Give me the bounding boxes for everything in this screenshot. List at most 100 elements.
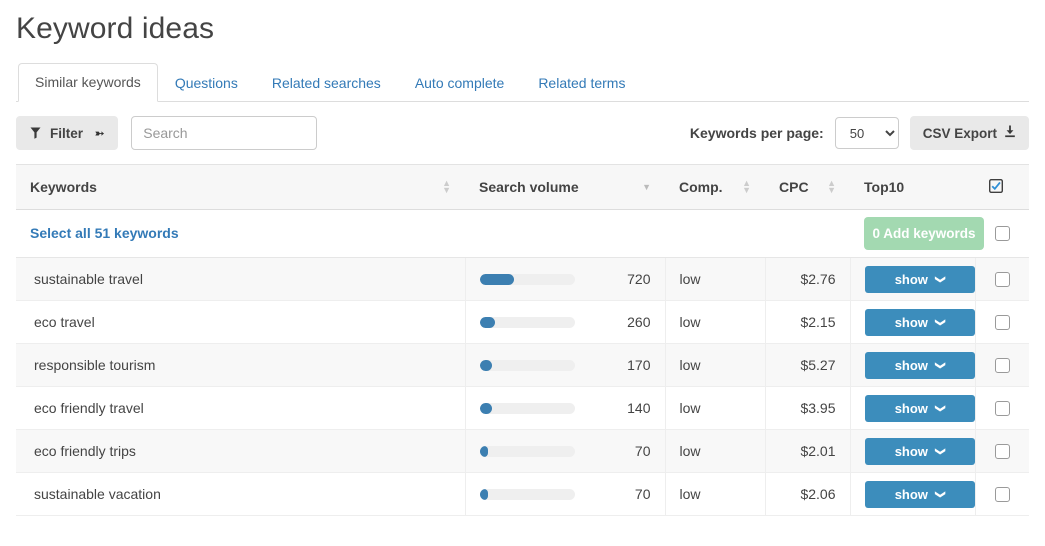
row-checkbox[interactable]: [994, 358, 1010, 374]
search-volume-cell: 70: [464, 472, 665, 516]
csv-export-button[interactable]: CSV Export: [909, 116, 1029, 150]
top10-cell: show ❯: [849, 257, 975, 301]
add-keywords-cell: 0 Add keywords: [850, 209, 984, 258]
row-checkbox[interactable]: [994, 401, 1010, 417]
sort-icon-search-volume: ▼: [642, 181, 651, 192]
chevron-down-icon: ❯: [934, 317, 946, 327]
search-input[interactable]: [131, 116, 318, 150]
column-header-comp[interactable]: Comp. ▲ ▼: [665, 164, 765, 210]
row-checkbox-cell: [974, 343, 1029, 387]
table-row: sustainable vacation 70 low $2.06 show ❯: [16, 472, 1029, 516]
chevron-down-icon: ❯: [934, 489, 946, 499]
show-top10-button[interactable]: show ❯: [864, 480, 975, 508]
keywords-table-container: Keywords ▲ ▼ Search volume ▼ Comp. ▲ ▼ C…: [16, 164, 1029, 516]
row-checkbox[interactable]: [994, 444, 1010, 460]
search-volume-value: 720: [627, 271, 651, 287]
competition-cell: low: [664, 386, 765, 430]
volume-bar-fill: [479, 359, 492, 371]
cpc-cell: $2.76: [764, 257, 850, 301]
search-volume-cell: 170: [464, 343, 665, 387]
cpc-cell: $2.06: [764, 472, 850, 516]
volume-bar-fill: [479, 488, 489, 500]
show-top10-button[interactable]: show ❯: [864, 265, 975, 293]
column-label-keywords: Keywords: [30, 179, 97, 195]
top10-cell: show ❯: [849, 300, 975, 344]
search-volume-value: 260: [627, 314, 651, 330]
top10-cell: show ❯: [849, 343, 975, 387]
table-row: responsible tourism 170 low $5.27 show ❯: [16, 343, 1029, 387]
column-header-keywords[interactable]: Keywords ▲ ▼: [16, 164, 465, 210]
column-header-top10[interactable]: Top10: [850, 164, 975, 210]
column-label-top10: Top10: [864, 179, 905, 195]
keyword-cell: eco travel: [16, 300, 465, 344]
keyword-ideas-page: Keyword ideas Similar keywords Questions R…: [0, 0, 1045, 546]
select-all-link[interactable]: Select all 51 keywords: [30, 225, 179, 241]
volume-bar-fill: [479, 273, 514, 285]
table-body: Select all 51 keywords 0 Add keywords: [16, 209, 1029, 258]
show-top10-button[interactable]: show ❯: [864, 437, 975, 465]
show-top10-button[interactable]: show ❯: [864, 394, 975, 422]
chevron-down-icon: ❯: [934, 274, 946, 284]
cpc-cell: $2.15: [764, 300, 850, 344]
row-checkbox-cell: [974, 300, 1029, 344]
cpc-cell: $2.01: [764, 429, 850, 473]
keywords-per-page-select[interactable]: 50: [834, 117, 899, 149]
search-volume-value: 170: [627, 357, 651, 373]
row-checkbox[interactable]: [994, 487, 1010, 503]
show-top10-button[interactable]: show ❯: [864, 308, 975, 336]
search-volume-cell: 260: [464, 300, 665, 344]
column-header-select-all-checkbox[interactable]: [975, 164, 1029, 210]
select-all-checkbox[interactable]: [994, 225, 1010, 241]
keyword-cell: eco friendly trips: [16, 429, 465, 473]
show-button-label: show: [894, 357, 928, 373]
row-checkbox[interactable]: [994, 315, 1010, 331]
table-row: eco friendly trips 70 low $2.01 show ❯: [16, 429, 1029, 473]
search-volume-value: 70: [634, 486, 651, 502]
tab-questions[interactable]: Questions: [158, 64, 255, 102]
toolbar-right-group: Keywords per page: 50 CSV Export: [690, 116, 1029, 150]
search-volume-value: 140: [627, 400, 651, 416]
top10-cell: show ❯: [849, 386, 975, 430]
filter-button[interactable]: Filter ➳: [16, 116, 119, 150]
filter-label: Filter: [50, 125, 84, 141]
tab-similar-keywords[interactable]: Similar keywords: [18, 63, 158, 102]
column-header-search-volume[interactable]: Search volume ▼: [465, 164, 665, 210]
show-top10-button[interactable]: show ❯: [864, 351, 975, 379]
table-row: sustainable travel 720 low $2.76 show ❯: [16, 257, 1029, 301]
volume-bar-track: [479, 273, 575, 285]
chevron-down-icon: ❯: [934, 403, 946, 413]
sort-icon-keywords: ▲ ▼: [442, 178, 451, 195]
search-volume-cell: 140: [464, 386, 665, 430]
column-label-comp: Comp.: [679, 179, 723, 195]
tab-related-terms[interactable]: Related terms: [521, 64, 642, 102]
volume-bar-fill: [479, 402, 492, 414]
tab-related-searches[interactable]: Related searches: [255, 64, 398, 102]
tab-auto-complete[interactable]: Auto complete: [398, 64, 522, 102]
toolbar-left-group: Filter ➳: [16, 116, 318, 150]
sort-icon-comp: ▲ ▼: [742, 178, 751, 195]
competition-cell: low: [664, 257, 765, 301]
search-volume-cell: 720: [464, 257, 665, 301]
table-header-row: Keywords ▲ ▼ Search volume ▼ Comp. ▲ ▼ C…: [16, 164, 1029, 210]
toolbar: Filter ➳ Keywords per page: 50 CSV Expor…: [16, 102, 1029, 164]
volume-bar-fill: [479, 445, 489, 457]
show-button-label: show: [894, 486, 928, 502]
volume-bar-track: [479, 488, 575, 500]
page-title: Keyword ideas: [16, 12, 215, 45]
csv-export-label: CSV Export: [922, 125, 997, 141]
add-keywords-button[interactable]: 0 Add keywords: [864, 217, 984, 250]
keyword-cell: sustainable travel: [16, 257, 465, 301]
competition-cell: low: [664, 343, 765, 387]
show-button-label: show: [894, 314, 928, 330]
select-all-cell: Select all 51 keywords: [16, 209, 850, 258]
table-row: eco friendly travel 140 low $3.95 show ❯: [16, 386, 1029, 430]
volume-bar-track: [479, 359, 575, 371]
column-header-cpc[interactable]: CPC ▲ ▼: [765, 164, 850, 210]
chevron-down-icon: ➳: [95, 127, 105, 140]
row-checkbox[interactable]: [994, 272, 1010, 288]
chevron-down-icon: ❯: [934, 446, 946, 456]
top10-cell: show ❯: [849, 472, 975, 516]
row-checkbox-cell: [974, 257, 1029, 301]
keyword-cell: eco friendly travel: [16, 386, 465, 430]
keyword-cell: sustainable vacation: [16, 472, 465, 516]
